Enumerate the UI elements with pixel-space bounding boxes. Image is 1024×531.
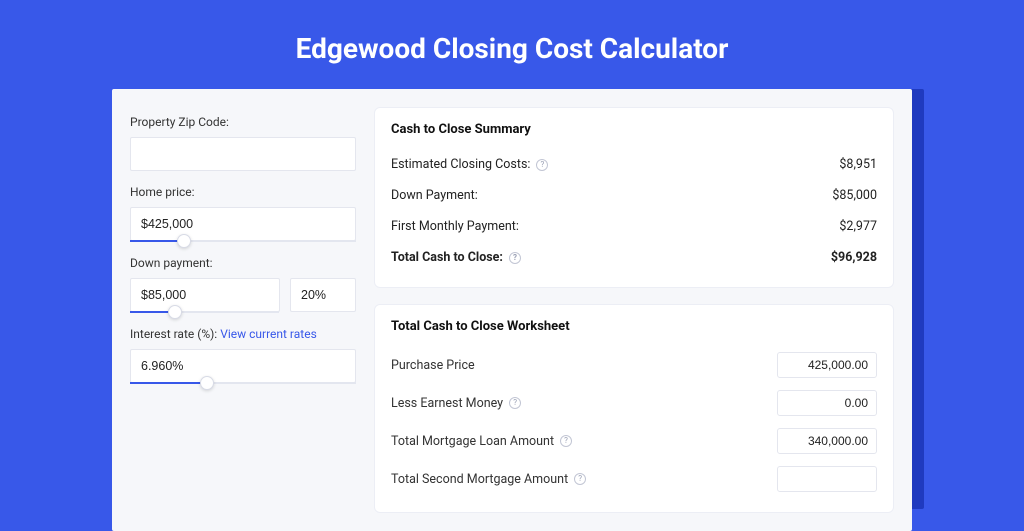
down-payment-slider[interactable]: [130, 311, 279, 313]
slider-progress: [130, 240, 184, 242]
summary-row-label: Down Payment:: [391, 188, 478, 203]
zip-input[interactable]: [130, 137, 356, 171]
summary-card: Cash to Close Summary Estimated Closing …: [374, 107, 894, 288]
worksheet-row-earnest-money: Less Earnest Money ?: [391, 384, 877, 422]
summary-row-down-payment: Down Payment: $85,000: [391, 180, 877, 211]
calculator-wrapper: Property Zip Code: Home price: Down paym…: [112, 89, 912, 531]
calculator-card: Property Zip Code: Home price: Down paym…: [112, 89, 912, 531]
zip-label: Property Zip Code:: [130, 115, 356, 129]
help-icon[interactable]: ?: [509, 252, 521, 264]
worksheet-row-mortgage-loan: Total Mortgage Loan Amount ?: [391, 422, 877, 460]
worksheet-card: Total Cash to Close Worksheet Purchase P…: [374, 304, 894, 513]
zip-field: Property Zip Code:: [130, 115, 356, 171]
worksheet-row-input[interactable]: [777, 466, 877, 492]
worksheet-row-input[interactable]: [777, 352, 877, 378]
interest-rate-label-text: Interest rate (%):: [130, 327, 217, 341]
down-payment-input[interactable]: [130, 278, 280, 312]
worksheet-row-purchase-price: Purchase Price: [391, 346, 877, 384]
down-payment-label: Down payment:: [130, 256, 356, 270]
home-price-input[interactable]: [130, 207, 356, 241]
summary-row-closing-costs: Estimated Closing Costs: ? $8,951: [391, 149, 877, 180]
summary-row-label: Total Cash to Close:: [391, 250, 503, 265]
home-price-label: Home price:: [130, 185, 356, 199]
interest-rate-field: Interest rate (%): View current rates: [130, 327, 356, 384]
worksheet-row-input[interactable]: [777, 390, 877, 416]
view-rates-link[interactable]: View current rates: [220, 327, 317, 341]
help-icon[interactable]: ?: [536, 159, 548, 171]
worksheet-row-second-mortgage: Total Second Mortgage Amount ?: [391, 460, 877, 498]
help-icon[interactable]: ?: [509, 397, 521, 409]
summary-row-total: Total Cash to Close: ? $96,928: [391, 242, 877, 273]
help-icon[interactable]: ?: [574, 473, 586, 485]
summary-row-label: First Monthly Payment:: [391, 219, 519, 234]
help-icon[interactable]: ?: [560, 435, 572, 447]
interest-rate-slider[interactable]: [130, 382, 356, 384]
worksheet-row-label: Purchase Price: [391, 358, 475, 373]
worksheet-title: Total Cash to Close Worksheet: [391, 319, 877, 334]
summary-row-value: $96,928: [831, 250, 877, 265]
worksheet-row-label: Total Second Mortgage Amount: [391, 472, 568, 487]
worksheet-row-label: Less Earnest Money: [391, 396, 503, 411]
summary-row-value: $8,951: [839, 157, 877, 172]
summary-row-value: $2,977: [839, 219, 877, 234]
summary-title: Cash to Close Summary: [391, 122, 877, 137]
interest-rate-input[interactable]: [130, 349, 356, 383]
slider-thumb[interactable]: [177, 234, 191, 248]
summary-row-label: Estimated Closing Costs:: [391, 157, 530, 172]
interest-rate-label: Interest rate (%): View current rates: [130, 327, 356, 341]
slider-thumb[interactable]: [200, 376, 214, 390]
summary-row-value: $85,000: [832, 188, 877, 203]
down-payment-field: Down payment:: [130, 256, 356, 313]
summary-column: Cash to Close Summary Estimated Closing …: [374, 107, 894, 513]
home-price-slider[interactable]: [130, 240, 356, 242]
worksheet-row-label: Total Mortgage Loan Amount: [391, 434, 554, 449]
slider-progress: [130, 382, 207, 384]
home-price-field: Home price:: [130, 185, 356, 242]
worksheet-row-input[interactable]: [777, 428, 877, 454]
down-payment-pct-input[interactable]: [290, 278, 356, 312]
page-title: Edgewood Closing Cost Calculator: [0, 0, 1024, 89]
slider-thumb[interactable]: [168, 305, 182, 319]
inputs-column: Property Zip Code: Home price: Down paym…: [130, 107, 356, 513]
summary-row-first-payment: First Monthly Payment: $2,977: [391, 211, 877, 242]
